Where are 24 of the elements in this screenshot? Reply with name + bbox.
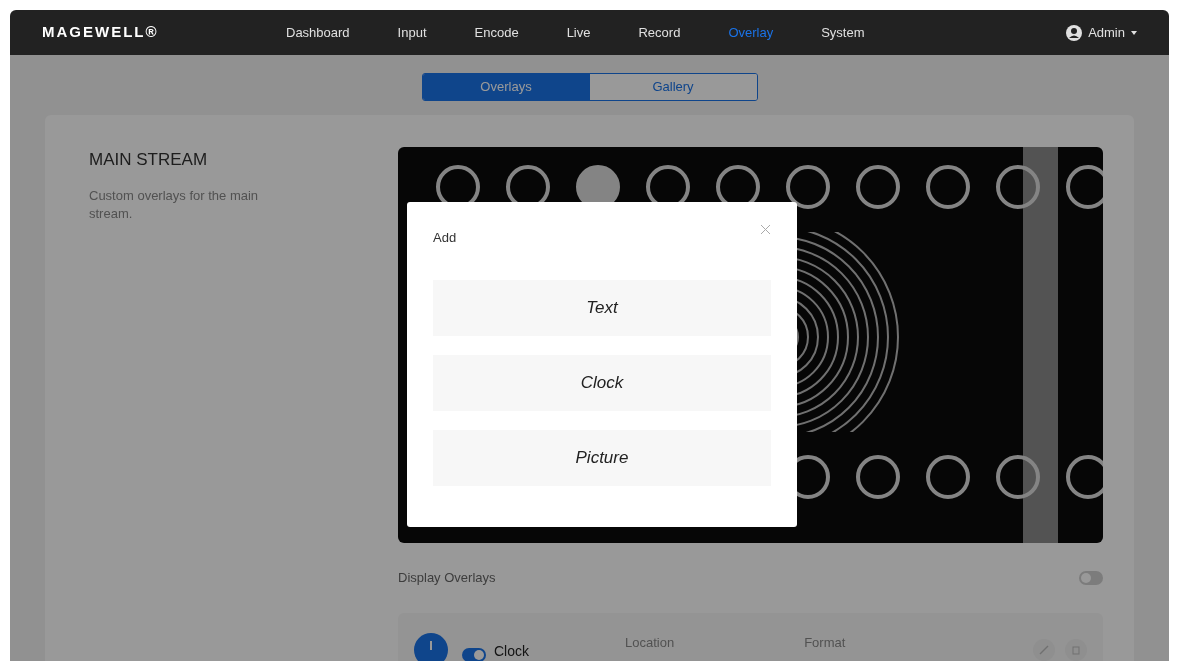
display-overlays-label: Display Overlays <box>398 569 496 588</box>
section-description: Custom overlays for the main stream. <box>89 186 260 223</box>
user-menu[interactable]: Admin <box>1088 22 1125 43</box>
nav-link[interactable]: Record <box>614 22 705 43</box>
close-icon[interactable] <box>760 224 771 235</box>
caret-icon <box>1131 30 1137 35</box>
column-label: Location <box>625 634 675 652</box>
display-overlays-switch[interactable] <box>1079 571 1103 585</box>
nav-link[interactable]: Live <box>542 22 615 43</box>
logo[interactable]: MAGEWELL® <box>42 21 262 44</box>
overlay-enable-switch[interactable] <box>462 648 486 661</box>
dialog-title: Add <box>433 229 457 247</box>
nav-link[interactable]: Dashboard <box>262 22 374 43</box>
user-icon <box>1066 24 1083 41</box>
nav-link[interactable]: Input <box>373 22 451 43</box>
add-option-button[interactable]: Clock <box>433 354 771 411</box>
nav-link[interactable]: Overlay <box>704 22 798 43</box>
add-option-button[interactable]: Text <box>433 279 771 336</box>
nav-link[interactable]: System <box>797 22 889 43</box>
section-title: MAIN STREAM <box>89 149 209 171</box>
column-label: Format <box>804 634 846 652</box>
overlay-name: Clock <box>494 642 529 661</box>
add-option-button[interactable]: Picture <box>433 429 771 486</box>
nav-link[interactable]: Encode <box>450 22 543 43</box>
